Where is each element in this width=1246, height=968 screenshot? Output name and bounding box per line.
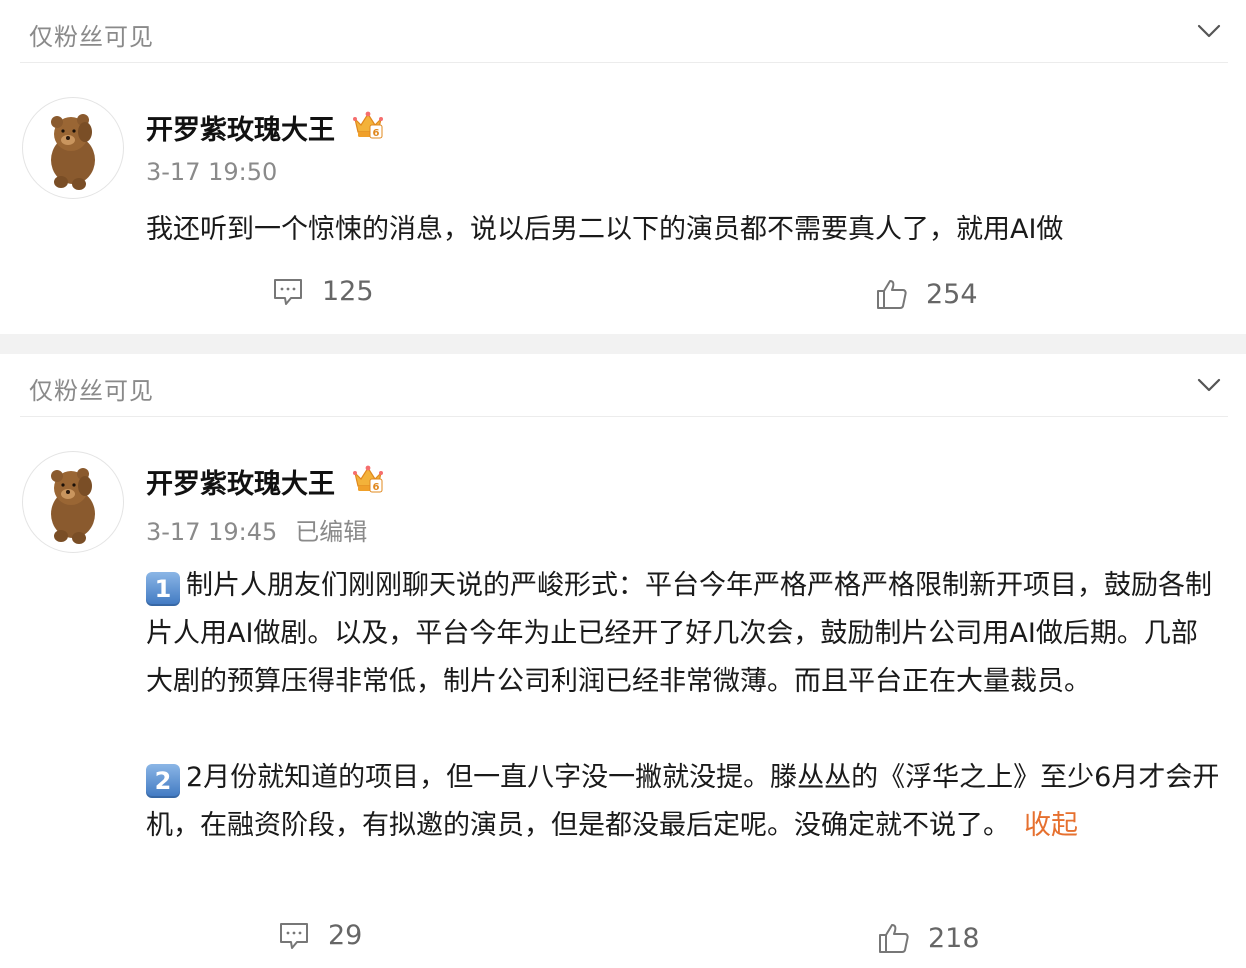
divider	[20, 62, 1228, 63]
like-count: 254	[926, 278, 978, 310]
chevron-down-icon[interactable]	[1196, 372, 1222, 398]
visibility-label: 仅粉丝可见	[29, 23, 154, 51]
username[interactable]: 开罗紫玫瑰大王	[146, 108, 335, 147]
comment-count: 125	[322, 276, 374, 307]
post-card: 仅粉丝可见 开罗紫玫瑰大王 6 3-17 19:50 我还听到一个惊悚的消息，说…	[0, 0, 1246, 334]
visibility-label: 仅粉丝可见	[29, 377, 154, 405]
teddy-bear-avatar-icon	[51, 468, 95, 544]
avatar[interactable]	[22, 97, 124, 199]
comment-button[interactable]: 125	[272, 276, 374, 307]
post-time: 3-17 19:45	[146, 518, 278, 546]
visibility-header: 仅粉丝可见	[0, 0, 1246, 62]
like-button[interactable]: 254	[876, 278, 978, 310]
post-content: 我还听到一个惊悚的消息，说以后男二以下的演员都不需要真人了，就用AI做	[146, 206, 1224, 254]
number-badge: 1	[146, 572, 180, 606]
post-paragraph: 1 制片人朋友们刚刚聊天说的严峻形式：平台今年严格严格严格限制新开项目，鼓励各制片…	[146, 562, 1224, 706]
comment-button[interactable]: 29	[278, 920, 362, 951]
collapse-link[interactable]: 收起	[1024, 810, 1078, 841]
comment-count: 29	[328, 920, 363, 951]
post-paragraph: 2 2月份就知道的项目，但一直八字没一撇就没提。滕丛丛的《浮华之上》至少6月才会开…	[146, 754, 1224, 850]
svg-text:6: 6	[373, 128, 380, 139]
crown-badge-icon: 6	[353, 111, 383, 139]
chevron-down-icon[interactable]	[1196, 18, 1222, 44]
thumbs-up-icon	[877, 280, 907, 309]
teddy-bear-avatar-icon	[51, 114, 95, 190]
avatar[interactable]	[22, 451, 124, 553]
like-button[interactable]: 218	[878, 922, 980, 954]
visibility-header: 仅粉丝可见	[0, 354, 1246, 416]
comment-icon	[280, 922, 308, 949]
post-meta: 3-17 19:50	[146, 158, 295, 186]
crown-badge-icon: 6	[353, 465, 383, 493]
post-text: 我还听到一个惊悚的消息，说以后男二以下的演员都不需要真人了，就用AI做	[146, 214, 1064, 245]
username[interactable]: 开罗紫玫瑰大王	[146, 462, 335, 501]
number-badge: 2	[146, 764, 180, 798]
comment-icon	[274, 278, 302, 305]
post-time: 3-17 19:50	[146, 158, 278, 186]
post-card: 仅粉丝可见 开罗紫玫瑰大王 6 3-17 19:45 已编辑 1 制片人朋友们刚…	[0, 354, 1246, 968]
card-separator	[0, 334, 1246, 354]
like-count: 218	[928, 922, 980, 954]
paragraph-text: 制片人朋友们刚刚聊天说的严峻形式：平台今年严格严格严格限制新开项目，鼓励各制片人…	[146, 570, 1212, 697]
thumbs-up-icon	[879, 924, 909, 953]
divider	[20, 416, 1228, 417]
edited-label: 已编辑	[295, 518, 368, 546]
svg-text:6: 6	[373, 482, 380, 493]
post-meta: 3-17 19:45 已编辑	[146, 512, 385, 547]
post-content: 1 制片人朋友们刚刚聊天说的严峻形式：平台今年严格严格严格限制新开项目，鼓励各制片…	[146, 562, 1224, 850]
